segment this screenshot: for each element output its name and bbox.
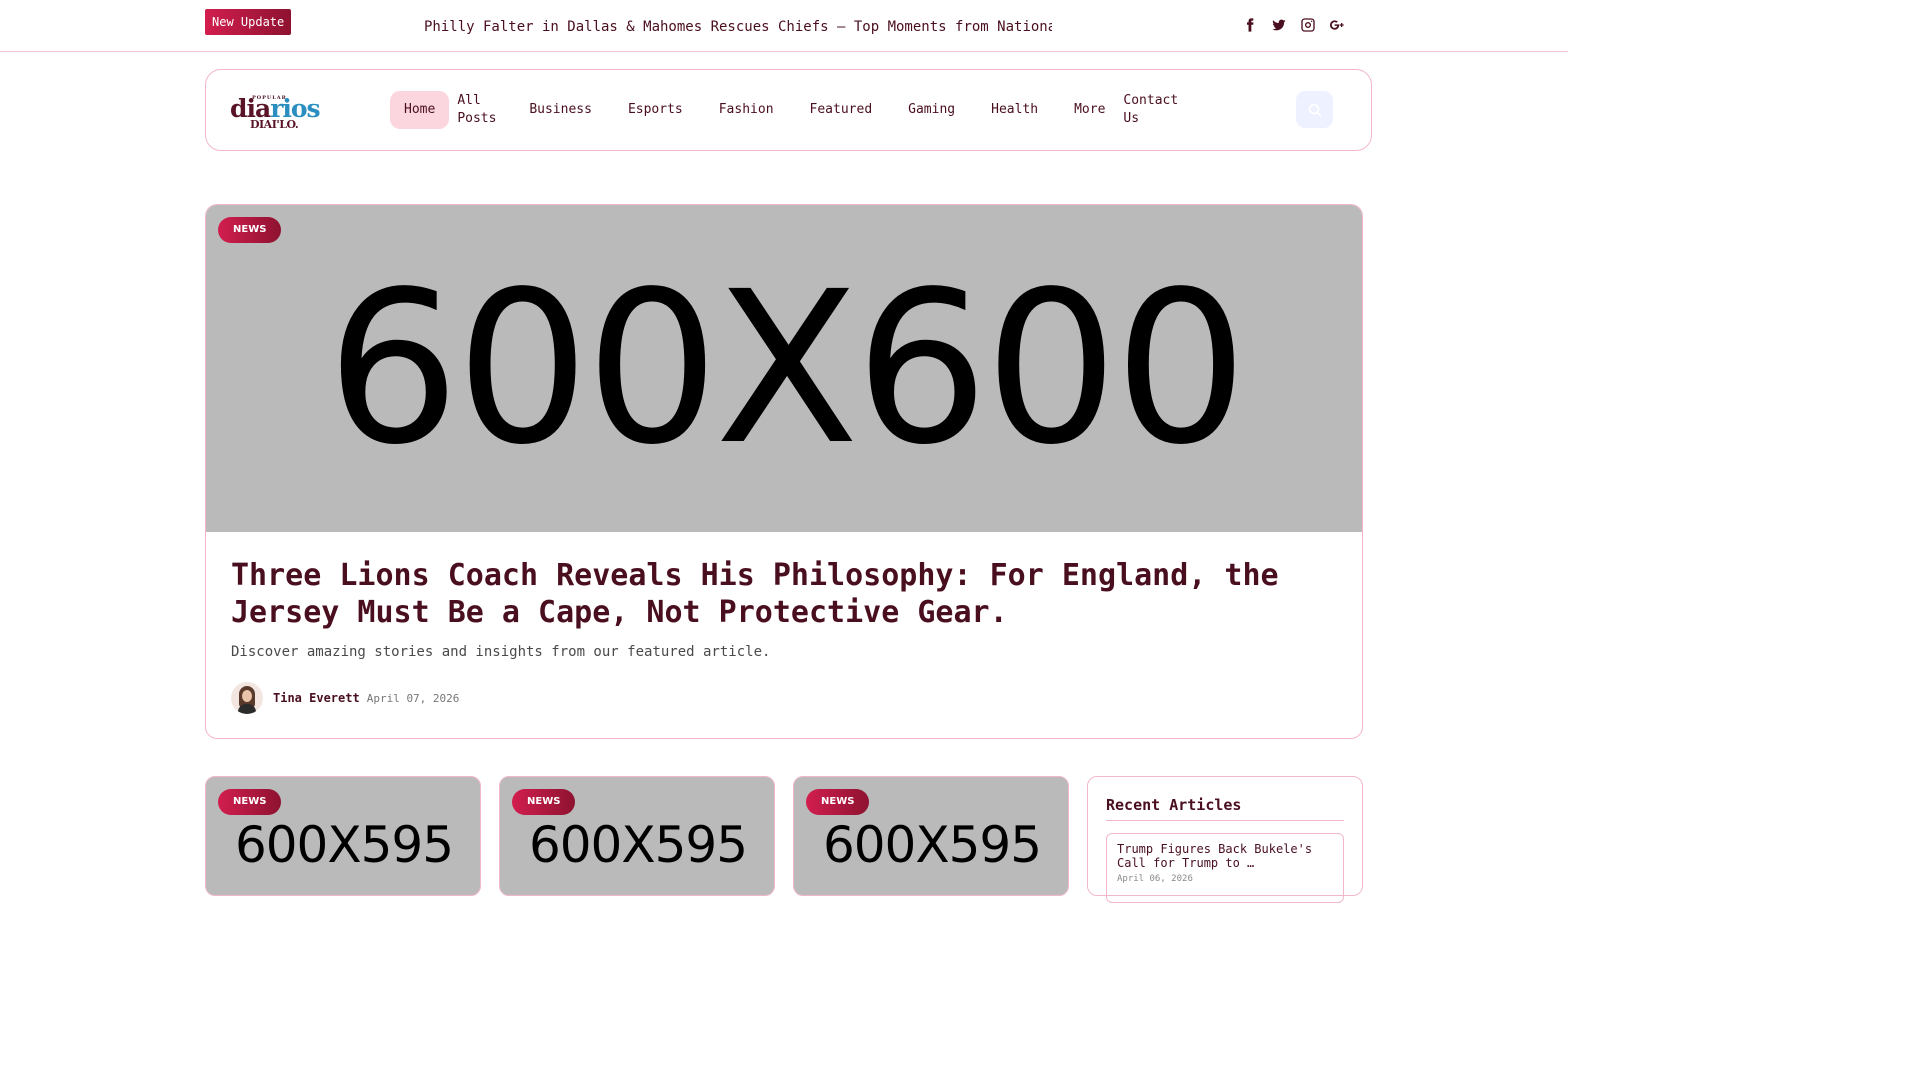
- logo-subtext: DIAI'LO.: [250, 118, 299, 131]
- image-placeholder-label: 600X595: [234, 816, 454, 874]
- recent-article-item[interactable]: Trump Figures Back Bukele's Call for Tru…: [1106, 833, 1344, 903]
- news-ticker[interactable]: Philly Falter in Dallas & Mahomes Rescue…: [424, 17, 1052, 37]
- recent-article-title[interactable]: Trump Figures Back Bukele's Call for Tru…: [1117, 842, 1333, 870]
- top-bar: New Update Philly Falter in Dallas & Mah…: [0, 0, 1568, 52]
- instagram-icon[interactable]: [1298, 15, 1317, 35]
- article-description: Discover amazing stories and insights fr…: [231, 644, 771, 660]
- article-card[interactable]: NEWS 600X595: [793, 776, 1069, 896]
- nav-item-business[interactable]: Business: [511, 91, 610, 129]
- nav-item-esports[interactable]: Esports: [610, 91, 701, 129]
- category-tag[interactable]: NEWS: [218, 217, 282, 243]
- search-button[interactable]: [1296, 91, 1333, 128]
- nav-item-health[interactable]: Health: [973, 91, 1056, 129]
- divider: [1106, 820, 1344, 821]
- nav-item-contact-us[interactable]: Contact Us: [1109, 91, 1179, 129]
- recent-article-date: April 06, 2026: [1117, 874, 1193, 884]
- nav-item-featured[interactable]: Featured: [792, 91, 891, 129]
- main-navigation: POPULAR diarios DIAI'LO. Home All Posts …: [205, 69, 1372, 151]
- category-tag[interactable]: NEWS: [806, 789, 870, 815]
- recent-articles-widget: Recent Articles Trump Figures Back Bukel…: [1087, 776, 1363, 903]
- site-logo[interactable]: POPULAR diarios DIAI'LO.: [230, 92, 325, 131]
- nav-item-all-posts[interactable]: All Posts: [457, 91, 511, 129]
- google-plus-icon[interactable]: [1327, 15, 1346, 35]
- featured-image[interactable]: 600X600: [206, 205, 1362, 532]
- nav-item-fashion[interactable]: Fashion: [701, 91, 792, 129]
- article-title[interactable]: Three Lions Coach Reveals His Philosophy…: [231, 557, 1331, 631]
- article-author: Tina Everett April 07, 2026: [231, 682, 459, 714]
- widget-title: Recent Articles: [1106, 796, 1242, 814]
- featured-article[interactable]: 600X600 NEWS Three Lions Coach Reveals H…: [205, 204, 1363, 739]
- article-card[interactable]: NEWS 600X595: [205, 776, 481, 896]
- article-date: April 07, 2026: [366, 691, 460, 705]
- facebook-icon[interactable]: [1240, 15, 1259, 35]
- social-links: [1240, 15, 1346, 35]
- new-update-badge: New Update: [205, 9, 292, 35]
- image-placeholder-label: 600X595: [528, 816, 748, 874]
- image-placeholder-label: 600X600: [326, 245, 1248, 491]
- category-tag[interactable]: NEWS: [218, 789, 282, 815]
- image-placeholder-label: 600X595: [822, 816, 1042, 874]
- author-name[interactable]: Tina Everett: [273, 691, 360, 705]
- category-tag[interactable]: NEWS: [512, 789, 576, 815]
- search-icon: [1308, 103, 1322, 117]
- nav-item-more[interactable]: More: [1056, 91, 1109, 129]
- nav-menu: Home All Posts Business Esports Fashion …: [390, 91, 1179, 129]
- twitter-icon[interactable]: [1269, 15, 1288, 35]
- article-card[interactable]: NEWS 600X595: [499, 776, 775, 896]
- nav-item-home[interactable]: Home: [390, 91, 450, 129]
- author-avatar[interactable]: [231, 682, 263, 714]
- nav-item-gaming[interactable]: Gaming: [890, 91, 973, 129]
